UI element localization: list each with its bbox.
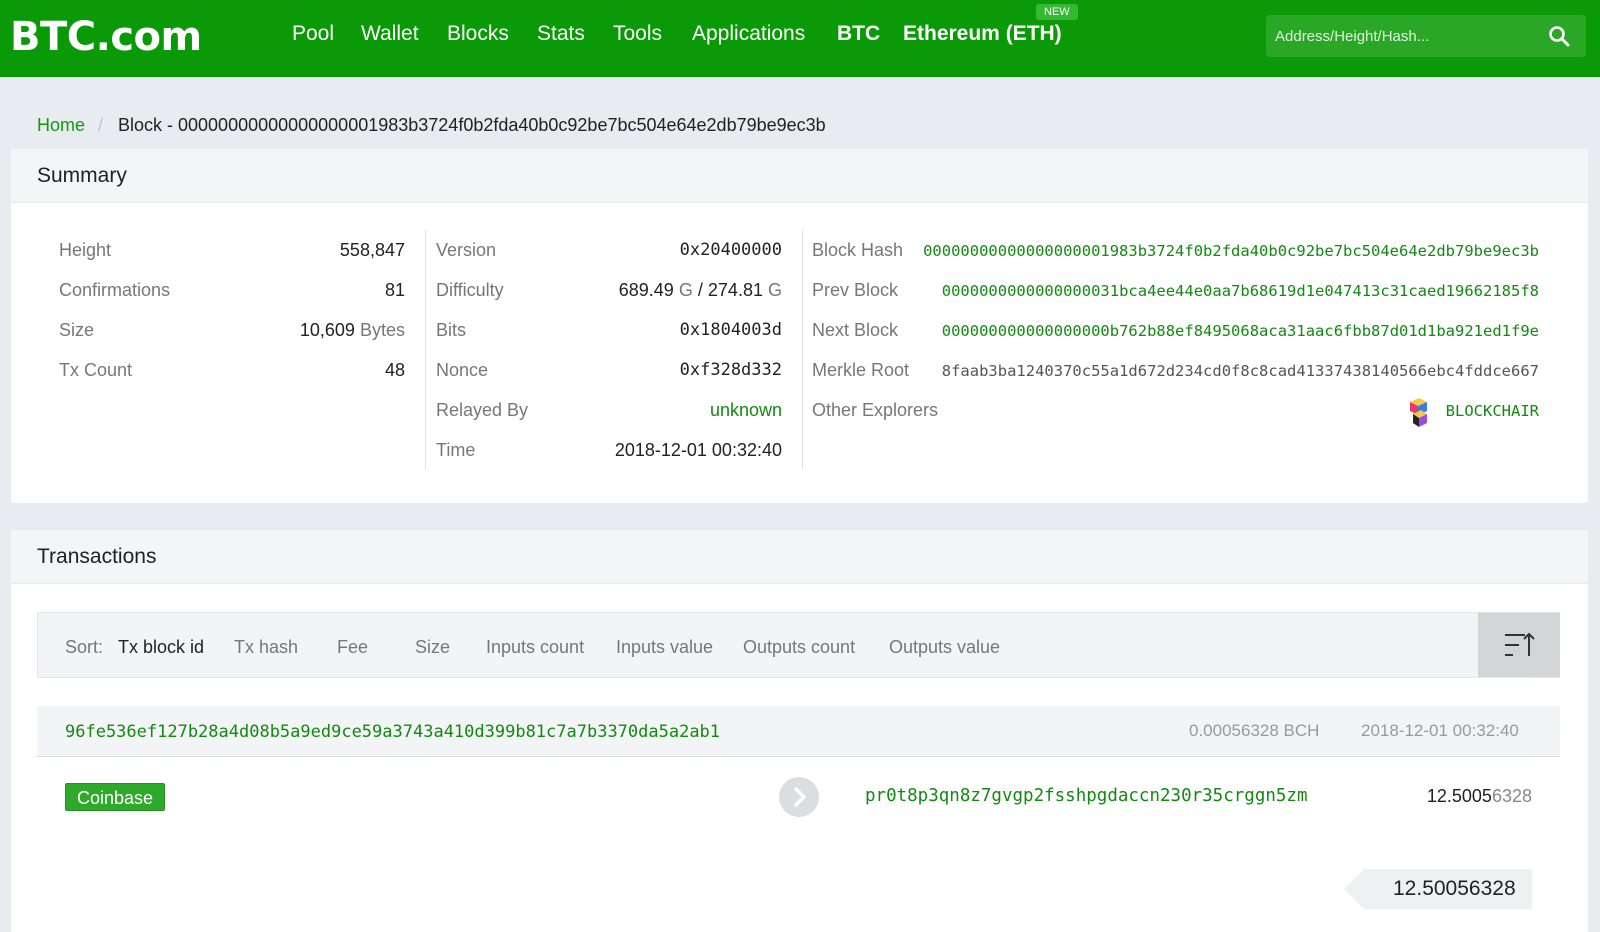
- sort-tx-block-id[interactable]: Tx block id: [118, 637, 204, 658]
- new-badge: NEW: [1036, 4, 1078, 20]
- top-navbar: BTC.com Pool Wallet Blocks Stats Tools A…: [0, 0, 1600, 77]
- difficulty-unit-b: G: [767, 280, 782, 300]
- nav-btc[interactable]: BTC: [837, 22, 880, 46]
- sort-direction-button[interactable]: [1478, 613, 1560, 677]
- column-divider: [802, 230, 803, 470]
- total-value-tag: 12.50056328: [1344, 869, 1532, 909]
- confirmations-value: 81: [384, 280, 405, 300]
- version-label: Version: [436, 240, 497, 260]
- block-hash-value[interactable]: 00000000000000000001983b3724f0b2fda40b0c…: [923, 242, 1539, 260]
- tx-fee: 0.00056328 BCH: [1189, 721, 1320, 740]
- prev-block-label: Prev Block: [812, 280, 899, 300]
- difficulty-label: Difficulty: [436, 280, 504, 300]
- difficulty-separator: /: [697, 280, 703, 300]
- size-value-wrap: 10,609 Bytes: [300, 320, 405, 341]
- breadcrumb-home[interactable]: Home: [37, 115, 85, 136]
- sort-size[interactable]: Size: [415, 637, 450, 658]
- sort-inputs-value[interactable]: Inputs value: [616, 637, 713, 658]
- height-label: Height: [59, 240, 112, 260]
- nonce-value: 0xf328d332: [679, 360, 782, 380]
- search-input[interactable]: [1266, 15, 1536, 57]
- blockchair-icon[interactable]: [1407, 398, 1429, 428]
- transactions-title: Transactions: [37, 545, 157, 568]
- difficulty-value-b: 274.81: [707, 280, 763, 300]
- nav-applications[interactable]: Applications: [692, 22, 805, 46]
- breadcrumb-separator: /: [98, 115, 104, 135]
- merkle-root-value: 8faab3ba1240370c55a1d672d234cd0f8c8cad41…: [941, 362, 1539, 380]
- nav-pool[interactable]: Pool: [292, 22, 334, 46]
- height-value: 558,847: [339, 240, 405, 260]
- relayed-by-value[interactable]: unknown: [710, 400, 782, 421]
- size-label: Size: [59, 320, 95, 340]
- other-explorers-label: Other Explorers: [812, 400, 939, 420]
- output-value: 12.50056328: [1427, 786, 1532, 807]
- output-address-link[interactable]: pr0t8p3qn8z7gvgp2fsshpgdaccn230r35crggn5…: [865, 786, 1308, 806]
- tx-count-value: 48: [384, 360, 405, 380]
- search-box: [1266, 15, 1586, 57]
- next-block-label: Next Block: [812, 320, 899, 340]
- next-block-link[interactable]: 000000000000000000b762b88ef8495068aca31a…: [942, 322, 1539, 340]
- prev-block-link[interactable]: 0000000000000000031bca4ee44e0aa7b68619d1…: [942, 282, 1539, 300]
- sort-bar: Sort: Tx block id Tx hash Fee Size Input…: [37, 612, 1560, 678]
- nonce-label: Nonce: [436, 360, 489, 380]
- nav-stats[interactable]: Stats: [537, 22, 585, 46]
- summary-header: Summary: [11, 149, 1588, 203]
- sort-label: Sort:: [65, 637, 104, 657]
- chevron-right-icon: [794, 787, 806, 807]
- sort-fee[interactable]: Fee: [337, 637, 368, 658]
- merkle-root-label: Merkle Root: [812, 360, 910, 380]
- nav-blocks[interactable]: Blocks: [447, 22, 509, 46]
- block-hash-label: Block Hash: [812, 240, 904, 260]
- breadcrumb-current: Block - 00000000000000000001983b3724f0b2…: [118, 115, 826, 135]
- nav-wallet[interactable]: Wallet: [361, 22, 419, 46]
- summary-title: Summary: [37, 164, 127, 187]
- output-value-main: 12.5005: [1426, 786, 1492, 806]
- tx-count-label: Tx Count: [59, 360, 133, 380]
- nav-ethereum[interactable]: Ethereum (ETH): [903, 22, 1062, 46]
- search-icon[interactable]: [1548, 25, 1570, 47]
- bits-label: Bits: [436, 320, 467, 340]
- blockchair-link[interactable]: BLOCKCHAIR: [1446, 402, 1539, 420]
- confirmations-label: Confirmations: [59, 280, 171, 300]
- version-value: 0x20400000: [679, 240, 782, 260]
- transactions-header: Transactions: [11, 530, 1588, 584]
- relayed-by-label: Relayed By: [436, 400, 529, 420]
- coinbase-badge: Coinbase: [65, 783, 166, 811]
- transaction-header-row: 96fe536ef127b28a4d08b5a9ed9ce59a3743a410…: [37, 706, 1560, 757]
- tx-time: 2018-12-01 00:32:40: [1361, 721, 1519, 740]
- bits-value: 0x1804003d: [679, 320, 782, 340]
- transfer-arrow-button[interactable]: [779, 777, 819, 817]
- size-value: 10,609: [299, 320, 355, 340]
- column-divider: [425, 230, 426, 470]
- sort-tx-hash[interactable]: Tx hash: [234, 637, 298, 658]
- size-unit: Bytes: [359, 320, 405, 340]
- difficulty-unit-a: G: [678, 280, 693, 300]
- nav-tools[interactable]: Tools: [613, 22, 662, 46]
- logo[interactable]: BTC.com: [10, 14, 202, 60]
- sort-outputs-count[interactable]: Outputs count: [743, 637, 855, 658]
- tx-hash-link[interactable]: 96fe536ef127b28a4d08b5a9ed9ce59a3743a410…: [65, 722, 720, 742]
- time-value: 2018-12-01 00:32:40: [614, 440, 782, 460]
- difficulty-value: 689.49 G / 274.81 G: [619, 280, 782, 301]
- sort-inputs-count[interactable]: Inputs count: [486, 637, 584, 658]
- output-value-rest: 6328: [1491, 786, 1532, 806]
- total-value: 12.50056328: [1393, 877, 1516, 900]
- difficulty-value-a: 689.49: [618, 280, 674, 300]
- sort-ascending-icon: [1505, 632, 1535, 656]
- sort-outputs-value[interactable]: Outputs value: [889, 637, 1000, 658]
- time-label: Time: [436, 440, 476, 460]
